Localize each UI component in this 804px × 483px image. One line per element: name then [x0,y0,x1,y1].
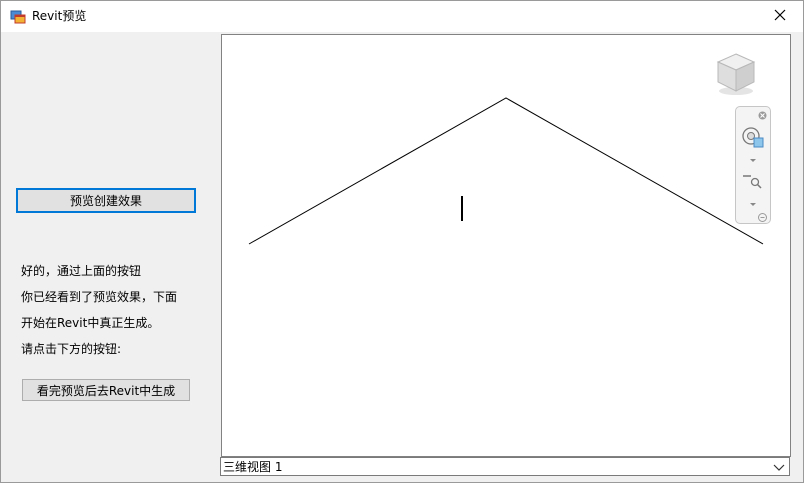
steering-wheel-dropdown-icon[interactable] [748,153,758,167]
viewcube-icon[interactable] [713,51,759,97]
navbar-menu-icon[interactable] [758,211,767,225]
message-line: 请点击下方的按钮: [21,342,122,356]
navigation-bar [735,106,771,224]
view-selector[interactable]: 三维视图 1 [220,457,790,476]
message-line: 你已经看到了预览效果，下面 [21,290,178,304]
preview-button[interactable]: 预览创建效果 [16,188,196,213]
form-icon [10,9,26,25]
message-line: 好的，通过上面的按钮 [21,264,142,278]
navbar-close-icon[interactable] [758,109,767,123]
roof-outline [248,97,764,245]
left-panel: 预览创建效果 好的，通过上面的按钮 你已经看到了预览效果，下面 开始在Revit… [2,32,220,482]
generate-in-revit-button[interactable]: 看完预览后去Revit中生成 [22,379,190,401]
close-button[interactable] [757,1,803,32]
preview-viewport[interactable] [221,34,791,457]
close-icon [774,9,786,24]
title-bar: Revit预览 [1,1,803,32]
zoom-dropdown-icon[interactable] [748,197,758,211]
preview-drawing [248,97,764,245]
view-selector-value: 三维视图 1 [223,460,283,474]
message-line: 开始在Revit中真正生成。 [21,316,160,330]
steering-wheel-icon[interactable] [741,126,765,153]
zoom-icon[interactable] [742,173,764,192]
window-title: Revit预览 [32,9,87,23]
chevron-down-icon[interactable] [772,460,786,474]
